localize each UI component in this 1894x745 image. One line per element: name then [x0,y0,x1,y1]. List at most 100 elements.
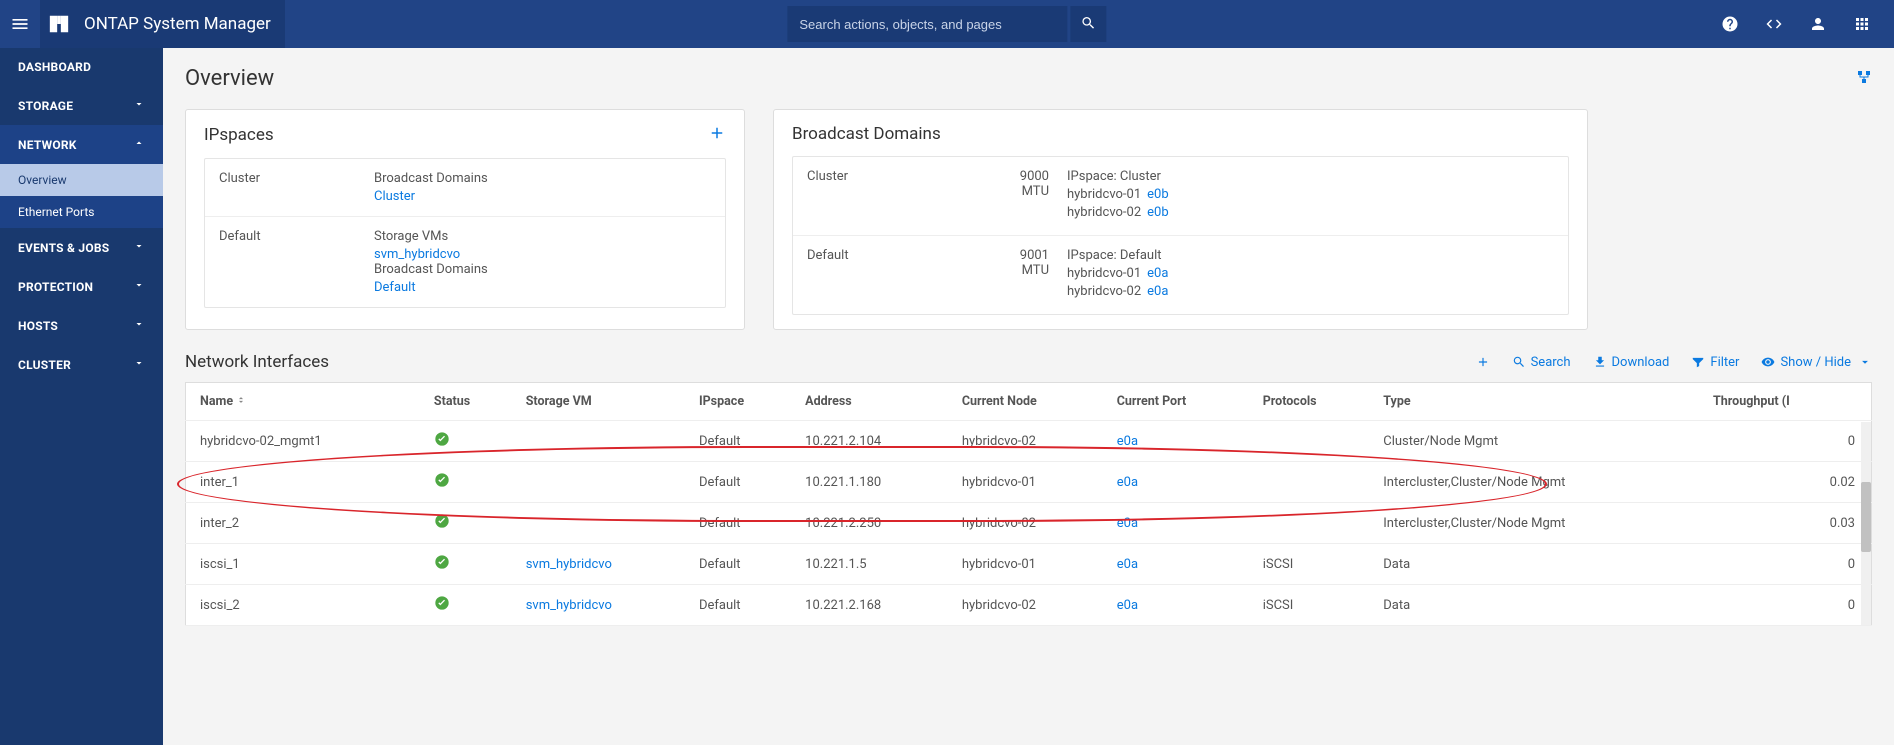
netapp-logo-icon [48,13,70,35]
col-curport[interactable]: Current Port [1107,383,1253,421]
cell-status [424,585,516,626]
col-ipspace[interactable]: IPspace [689,383,795,421]
table-row[interactable]: inter_2Default10.221.2.250hybridcvo-02e0… [186,503,1872,544]
col-curnode[interactable]: Current Node [952,383,1107,421]
sidebar-sub-overview[interactable]: Overview [0,164,163,196]
sidebar-item-protection[interactable]: PROTECTION [0,267,163,306]
cell-address: 10.221.1.180 [795,462,952,503]
col-throughput[interactable]: Throughput (I [1703,383,1871,421]
table-row[interactable]: iscsi_1svm_hybridcvoDefault10.221.1.5hyb… [186,544,1872,585]
apps-button[interactable] [1842,4,1882,44]
cell-protocols [1253,503,1374,544]
sidebar-sub-ethernet-ports[interactable]: Ethernet Ports [0,196,163,228]
cell-address: 10.221.2.104 [795,421,952,462]
user-button[interactable] [1798,4,1838,44]
main-content: Overview IPspaces ClusterBroadcast Domai… [163,48,1894,745]
filter-button[interactable]: Filter [1691,355,1739,370]
bd-node: hybridcvo-01 [1067,266,1141,281]
plus-icon [1476,355,1490,369]
bd-port-link[interactable]: e0b [1147,205,1169,220]
cell-protocols: iSCSI [1253,544,1374,585]
menu-toggle-button[interactable] [0,0,40,48]
sort-icon [236,395,246,405]
sidebar-item-storage[interactable]: STORAGE [0,86,163,125]
table-row[interactable]: iscsi_2svm_hybridcvoDefault10.221.2.168h… [186,585,1872,626]
sidebar-item-cluster[interactable]: CLUSTER [0,345,163,384]
svm-link[interactable]: svm_hybridcvo [526,598,612,613]
show-hide-button[interactable]: Show / Hide [1761,355,1872,370]
cell-curnode: hybridcvo-02 [952,503,1107,544]
logo-block[interactable]: ONTAP System Manager [40,0,285,48]
status-ok-icon [434,559,450,574]
download-button[interactable]: Download [1593,355,1670,370]
ipspace-block-label: Storage VMs [374,229,711,244]
search-button[interactable] [1071,6,1107,42]
port-link[interactable]: e0a [1117,557,1138,572]
filter-icon [1691,355,1705,369]
bd-ipspace: IPspace: Cluster [1067,169,1554,184]
bd-name: Default [807,248,1002,302]
broadcast-domain-row[interactable]: Default9001 MTUIPspace: Defaulthybridcvo… [793,236,1568,314]
ipspace-link[interactable]: Cluster [374,189,711,204]
help-button[interactable] [1710,4,1750,44]
add-interface-button[interactable] [1476,355,1490,369]
cell-svm [516,462,689,503]
cell-ipspace: Default [689,421,795,462]
ipspace-link[interactable]: Default [374,280,711,295]
add-ipspace-button[interactable] [708,124,726,146]
ipspace-block-label: Broadcast Domains [374,262,711,277]
search-input[interactable] [787,6,1067,42]
table-row[interactable]: inter_1Default10.221.1.180hybridcvo-01e0… [186,462,1872,503]
cell-status [424,544,516,585]
bd-port-link[interactable]: e0a [1147,266,1168,281]
page-title: Overview [185,66,274,91]
cell-type: Intercluster,Cluster/Node Mgmt [1373,462,1703,503]
cell-curport: e0a [1107,503,1253,544]
scrollbar-thumb[interactable] [1861,482,1871,552]
bd-port-link[interactable]: e0b [1147,187,1169,202]
chevron-down-icon [1858,355,1872,369]
chevron-down-icon [133,240,145,255]
cell-curport: e0a [1107,544,1253,585]
search-interfaces-button[interactable]: Search [1512,355,1571,370]
sidebar-item-dashboard[interactable]: DASHBOARD [0,48,163,86]
sidebar: DASHBOARDSTORAGENETWORKOverviewEthernet … [0,48,163,745]
ipspace-row[interactable]: ClusterBroadcast DomainsCluster [205,159,725,217]
network-interfaces-title: Network Interfaces [185,352,329,372]
status-ok-icon [434,600,450,615]
col-protocols[interactable]: Protocols [1253,383,1374,421]
plus-icon [708,124,726,142]
sidebar-item-events-jobs[interactable]: EVENTS & JOBS [0,228,163,267]
bd-ipspace: IPspace: Default [1067,248,1554,263]
table-row[interactable]: hybridcvo-02_mgmt1Default10.221.2.104hyb… [186,421,1872,462]
col-type[interactable]: Type [1373,383,1703,421]
sidebar-item-hosts[interactable]: HOSTS [0,306,163,345]
col-svm[interactable]: Storage VM [516,383,689,421]
cell-curnode: hybridcvo-02 [952,585,1107,626]
col-status[interactable]: Status [424,383,516,421]
ipspace-link[interactable]: svm_hybridcvo [374,247,711,262]
cell-throughput: 0 [1703,421,1871,462]
code-button[interactable] [1754,4,1794,44]
col-address[interactable]: Address [795,383,952,421]
help-icon [1721,15,1739,33]
bd-port-link[interactable]: e0a [1147,284,1168,299]
sidebar-item-network[interactable]: NETWORK [0,125,163,164]
svm-link[interactable]: svm_hybridcvo [526,557,612,572]
cell-name: iscsi_2 [186,585,424,626]
status-ok-icon [434,518,450,533]
ipspace-row[interactable]: Default Storage VMs svm_hybridcvoBroadcast… [205,217,725,307]
cell-address: 10.221.1.5 [795,544,952,585]
port-link[interactable]: e0a [1117,434,1138,449]
cell-type: Intercluster,Cluster/Node Mgmt [1373,503,1703,544]
port-link[interactable]: e0a [1117,475,1138,490]
col-name[interactable]: Name [186,383,424,421]
port-link[interactable]: e0a [1117,516,1138,531]
port-link[interactable]: e0a [1117,598,1138,613]
broadcast-domains-card: Broadcast Domains Cluster9000 MTUIPspace… [773,109,1588,330]
cell-address: 10.221.2.250 [795,503,952,544]
cell-status [424,462,516,503]
bd-node: hybridcvo-01 [1067,187,1141,202]
topology-button[interactable] [1856,69,1872,89]
broadcast-domain-row[interactable]: Cluster9000 MTUIPspace: Clusterhybridcvo… [793,157,1568,236]
